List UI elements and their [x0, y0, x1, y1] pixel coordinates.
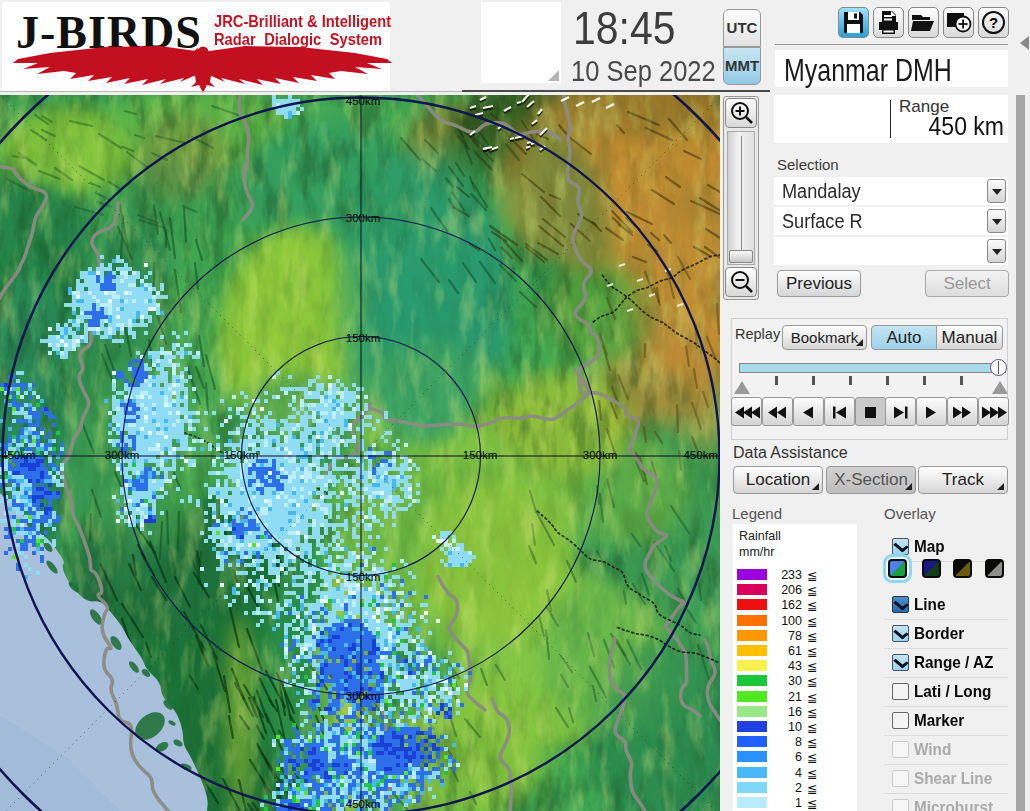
svg-text:150km: 150km — [224, 449, 259, 461]
svg-text:300km: 300km — [105, 449, 140, 461]
svg-text:450km: 450km — [1, 449, 36, 461]
svg-text:150km: 150km — [346, 571, 381, 583]
svg-text:300km: 300km — [583, 449, 618, 461]
svg-text:450km: 450km — [346, 95, 381, 107]
svg-text:300km: 300km — [346, 212, 381, 224]
svg-text:300km: 300km — [346, 690, 381, 702]
svg-text:150km: 150km — [346, 332, 381, 344]
svg-text:450km: 450km — [683, 449, 718, 461]
svg-text:450km: 450km — [346, 798, 381, 810]
svg-text:150km: 150km — [463, 449, 498, 461]
